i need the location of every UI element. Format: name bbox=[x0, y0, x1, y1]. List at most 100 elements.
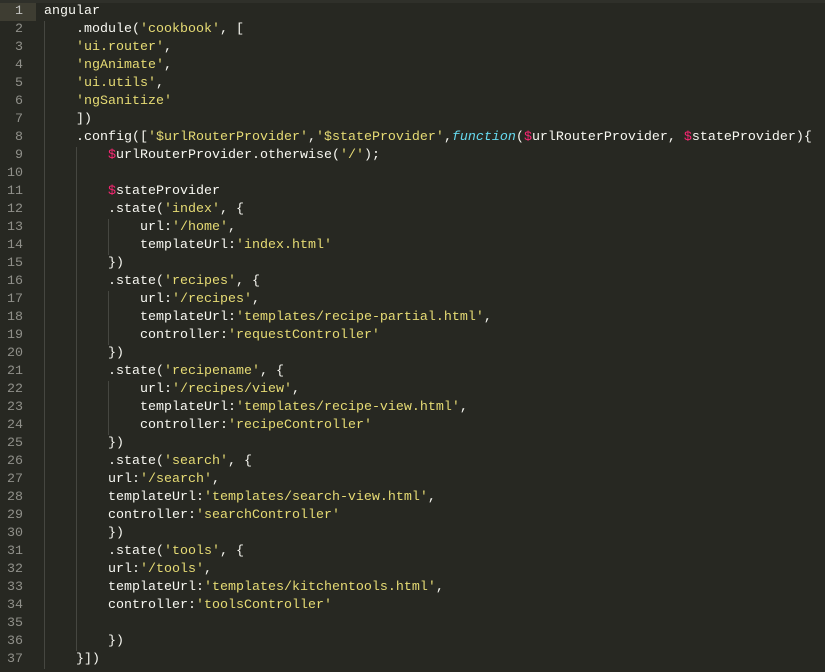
code-line[interactable]: 27 url:'/search', bbox=[0, 471, 825, 489]
code-line[interactable]: 8 .config(['$urlRouterProvider','$stateP… bbox=[0, 129, 825, 147]
indent-guide bbox=[76, 165, 77, 183]
line-number: 20 bbox=[7, 346, 23, 361]
code-line[interactable]: 20 }) bbox=[0, 345, 825, 363]
string-token: '$stateProvider' bbox=[315, 130, 444, 145]
code-line[interactable]: 22 url:'/recipes/view', bbox=[0, 381, 825, 399]
string-token: '/search' bbox=[139, 472, 212, 487]
code-text: url:'/search', bbox=[44, 471, 220, 489]
code-token: , { bbox=[227, 454, 252, 469]
code-line[interactable]: 31 .state('tools', { bbox=[0, 543, 825, 561]
code-token: ( bbox=[515, 130, 524, 145]
code-text: .state('index', { bbox=[44, 201, 244, 219]
code-text: url:'/tools', bbox=[44, 561, 212, 579]
code-text: }]) bbox=[44, 651, 100, 669]
string-token: 'templates/recipe-view.html' bbox=[235, 400, 460, 415]
line-number: 36 bbox=[7, 634, 23, 649]
code-text: 'ui.utils', bbox=[44, 75, 164, 93]
code-line[interactable]: 2 .module('cookbook', [ bbox=[0, 21, 825, 39]
code-line[interactable]: 18 templateUrl:'templates/recipe-partial… bbox=[0, 309, 825, 327]
code-line[interactable]: 33 templateUrl:'templates/kitchentools.h… bbox=[0, 579, 825, 597]
line-number: 16 bbox=[7, 274, 23, 289]
line-number: 9 bbox=[15, 148, 23, 163]
code-token: stateProvider){ bbox=[691, 130, 812, 145]
string-token: 'recipeController' bbox=[227, 418, 372, 433]
code-token: controller: bbox=[44, 508, 196, 523]
indent-guide bbox=[44, 165, 45, 183]
code-line[interactable]: 13 url:'/home', bbox=[0, 219, 825, 237]
code-line[interactable]: 11 $stateProvider bbox=[0, 183, 825, 201]
code-line[interactable]: 9 $urlRouterProvider.otherwise('/'); bbox=[0, 147, 825, 165]
code-line[interactable]: 34 controller:'toolsController' bbox=[0, 597, 825, 615]
code-line[interactable]: 14 templateUrl:'index.html' bbox=[0, 237, 825, 255]
code-text: $stateProvider bbox=[44, 183, 220, 201]
code-line[interactable]: 4 'ngAnimate', bbox=[0, 57, 825, 75]
code-line[interactable]: 15 }) bbox=[0, 255, 825, 273]
string-token: 'tools' bbox=[163, 544, 220, 559]
code-line[interactable]: 5 'ui.utils', bbox=[0, 75, 825, 93]
string-token: 'index.html' bbox=[235, 238, 332, 253]
code-token: .state( bbox=[44, 454, 164, 469]
keyword-token: function bbox=[451, 130, 516, 145]
code-line[interactable]: 12 .state('index', { bbox=[0, 201, 825, 219]
line-number: 1 bbox=[0, 3, 36, 21]
code-line[interactable]: 17 url:'/recipes', bbox=[0, 291, 825, 309]
string-token: 'requestController' bbox=[227, 328, 380, 343]
code-line[interactable]: 25 }) bbox=[0, 435, 825, 453]
code-token: , bbox=[163, 58, 172, 73]
code-line[interactable]: 32 url:'/tools', bbox=[0, 561, 825, 579]
line-number: 11 bbox=[7, 184, 23, 199]
dollar-token: $ bbox=[108, 184, 116, 199]
code-text: url:'/recipes/view', bbox=[44, 381, 300, 399]
code-line[interactable]: 7 ]) bbox=[0, 111, 825, 129]
code-token: , bbox=[427, 490, 436, 505]
code-line[interactable]: 23 templateUrl:'templates/recipe-view.ht… bbox=[0, 399, 825, 417]
code-token: , bbox=[251, 292, 260, 307]
line-number: 24 bbox=[7, 418, 23, 433]
string-token: 'recipename' bbox=[163, 364, 260, 379]
code-token: url: bbox=[44, 382, 172, 397]
line-number: 23 bbox=[7, 400, 23, 415]
code-text: templateUrl:'templates/kitchentools.html… bbox=[44, 579, 444, 597]
code-token: }) bbox=[44, 526, 124, 541]
code-line[interactable]: 26 .state('search', { bbox=[0, 453, 825, 471]
code-line[interactable]: 30 }) bbox=[0, 525, 825, 543]
code-line[interactable]: 16 .state('recipes', { bbox=[0, 273, 825, 291]
line-number: 35 bbox=[7, 616, 23, 631]
code-token: ); bbox=[363, 148, 380, 163]
code-token: urlRouterProvider.otherwise( bbox=[116, 148, 340, 163]
line-number: 8 bbox=[15, 130, 23, 145]
code-line[interactable]: 35 bbox=[0, 615, 825, 633]
line-number: 26 bbox=[7, 454, 23, 469]
string-token: 'cookbook' bbox=[139, 22, 220, 37]
code-line[interactable]: 24 controller:'recipeController' bbox=[0, 417, 825, 435]
line-number: 7 bbox=[15, 112, 23, 127]
code-token: .state( bbox=[44, 202, 164, 217]
code-token: stateProvider bbox=[116, 184, 220, 199]
string-token: 'toolsController' bbox=[195, 598, 332, 613]
code-line[interactable]: 1 angular bbox=[0, 3, 825, 21]
code-line[interactable]: 28 templateUrl:'templates/search-view.ht… bbox=[0, 489, 825, 507]
string-token: '/tools' bbox=[139, 562, 204, 577]
code-token: url: bbox=[44, 562, 140, 577]
code-line[interactable]: 3 'ui.router', bbox=[0, 39, 825, 57]
line-number: 5 bbox=[15, 76, 23, 91]
code-editor[interactable]: 1 angular 2 .module('cookbook', [3 'ui.rou… bbox=[0, 3, 825, 669]
code-line[interactable]: 29 controller:'searchController' bbox=[0, 507, 825, 525]
code-token: url: bbox=[44, 220, 172, 235]
code-line[interactable]: 19 controller:'requestController' bbox=[0, 327, 825, 345]
line-number: 28 bbox=[7, 490, 23, 505]
code-token: }) bbox=[44, 634, 124, 649]
code-line[interactable]: 37 }]) bbox=[0, 651, 825, 669]
code-token: ]) bbox=[44, 112, 92, 127]
code-line[interactable]: 36 }) bbox=[0, 633, 825, 651]
code-token: templateUrl: bbox=[44, 580, 204, 595]
code-text: controller:'toolsController' bbox=[44, 597, 332, 615]
code-token: , { bbox=[219, 202, 244, 217]
code-line[interactable]: 21 .state('recipename', { bbox=[0, 363, 825, 381]
code-line[interactable]: 6 'ngSanitize' bbox=[0, 93, 825, 111]
code-line[interactable]: 10 bbox=[0, 165, 825, 183]
dollar-token: $ bbox=[683, 130, 692, 145]
